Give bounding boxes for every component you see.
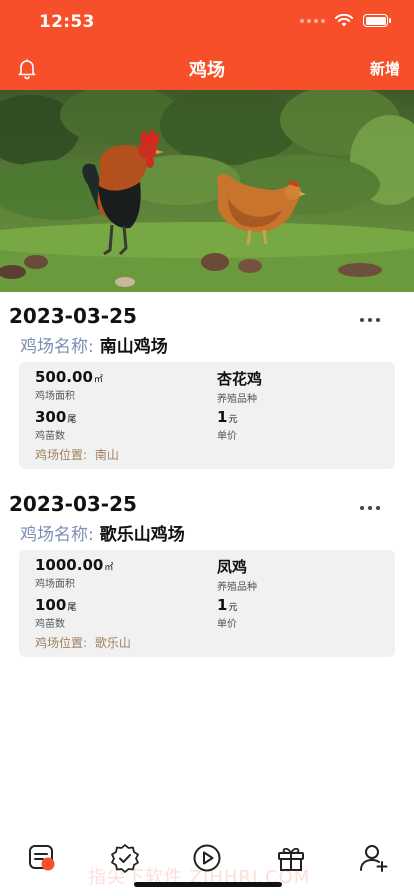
page-title: 鸡场 [189,60,225,81]
farm-name-row: 鸡场名称: 歌乐山鸡场 [20,520,185,545]
wifi-icon [335,14,353,27]
price-unit: 元 [228,415,238,425]
farm-name: 歌乐山鸡场 [99,525,185,545]
tab-notes[interactable] [24,840,60,876]
count-unit: 尾 [67,603,77,613]
status-time: 12:53 [39,12,95,32]
more-icon[interactable] [360,506,380,510]
breed-cell: 凤鸡 养殖品种 [217,556,257,593]
count-label: 鸡苗数 [35,619,65,630]
price-label: 单价 [217,431,237,442]
count-value: 300 [35,408,67,426]
area-unit: ㎡ [93,375,103,385]
breed-value: 杏花鸡 [217,370,263,388]
price-cell: 1元 单价 [217,596,237,630]
farm-name-row: 鸡场名称: 南山鸡场 [20,332,168,357]
location-value: 歌乐山 [94,636,131,650]
price-cell: 1元 单价 [217,408,237,442]
count-unit: 尾 [67,415,77,425]
tab-add-user[interactable] [356,840,392,876]
notes-icon [29,845,55,871]
battery-icon [363,14,391,27]
status-icons [300,14,391,27]
farm-card[interactable]: 2023-03-25 鸡场名称: 歌乐山鸡场 1000.00㎡ 鸡场面积 凤鸡 … [0,492,414,662]
nav-bar: 鸡场 新增 [0,46,414,90]
signal-icon [300,18,325,23]
price-label: 单价 [217,619,237,630]
location-value: 南山 [94,448,119,462]
area-label: 鸡场面积 [35,579,75,590]
area-cell: 1000.00㎡ 鸡场面积 [35,556,113,590]
location-row: 鸡场位置: 歌乐山 [35,634,131,651]
breed-value: 凤鸡 [217,558,248,576]
location-row: 鸡场位置: 南山 [35,446,119,463]
count-cell: 300尾 鸡苗数 [35,408,76,442]
area-unit: ㎡ [104,563,114,573]
breed-label: 养殖品种 [217,582,257,593]
count-label: 鸡苗数 [35,431,65,442]
farm-name-label: 鸡场名称: [20,525,94,545]
area-value: 1000.00 [35,556,104,574]
area-label: 鸡场面积 [35,391,75,402]
farm-info-box: 1000.00㎡ 鸡场面积 凤鸡 养殖品种 100尾 鸡苗数 1元 单价 鸡场位… [19,550,395,657]
price-value: 1 [217,596,228,614]
farm-name: 南山鸡场 [99,337,168,357]
area-cell: 500.00㎡ 鸡场面积 [35,368,103,402]
location-label: 鸡场位置: [35,636,88,650]
status-bar: 12:53 [0,0,414,46]
farm-date: 2023-03-25 [9,492,137,516]
price-unit: 元 [228,603,238,613]
area-value: 500.00 [35,368,93,386]
farm-name-label: 鸡场名称: [20,337,94,357]
location-label: 鸡场位置: [35,448,88,462]
home-indicator [134,882,282,887]
breed-label: 养殖品种 [217,394,257,405]
breed-cell: 杏花鸡 养殖品种 [217,368,262,405]
add-user-icon [360,845,388,872]
farm-card[interactable]: 2023-03-25 鸡场名称: 南山鸡场 500.00㎡ 鸡场面积 杏花鸡 养… [0,304,414,474]
count-cell: 100尾 鸡苗数 [35,596,76,630]
banner-image [0,90,414,292]
count-value: 100 [35,596,67,614]
farm-info-box: 500.00㎡ 鸡场面积 杏花鸡 养殖品种 300尾 鸡苗数 1元 单价 鸡场位… [19,362,395,469]
farm-date: 2023-03-25 [9,304,137,328]
price-value: 1 [217,408,228,426]
add-button[interactable]: 新增 [370,58,400,79]
more-icon[interactable] [360,318,380,322]
